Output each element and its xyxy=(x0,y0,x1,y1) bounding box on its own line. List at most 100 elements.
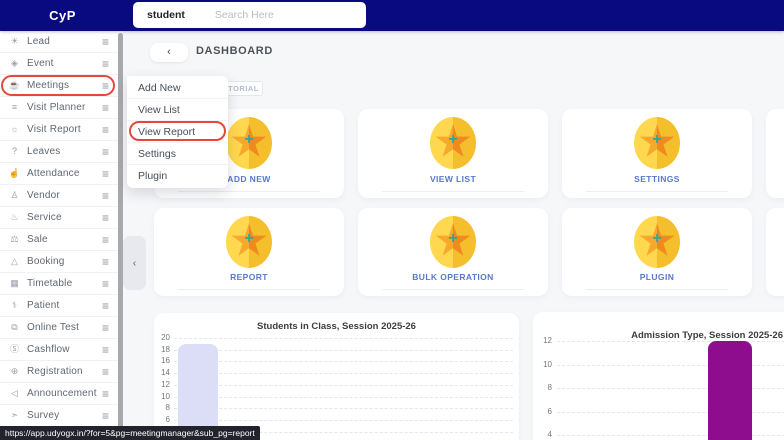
sidebar-item-timetable[interactable]: ▦ Timetable ≡ xyxy=(0,273,118,295)
sidebar-item-vendor[interactable]: ♙ Vendor ≡ xyxy=(0,185,118,207)
hamburger-icon[interactable]: ≡ xyxy=(102,58,109,70)
search-bar: student xyxy=(133,2,366,28)
star-icon xyxy=(226,117,272,169)
sidebar-item-sale[interactable]: ⚖ Sale ≡ xyxy=(0,229,118,251)
search-category-selector[interactable]: student xyxy=(147,9,185,21)
y-tick-label: 4 xyxy=(547,430,552,439)
chart-title: Students in Class, Session 2025-26 xyxy=(257,321,416,332)
star-icon xyxy=(226,216,272,268)
back-button[interactable]: ‹ xyxy=(150,43,188,62)
send-icon: ➣ xyxy=(10,410,19,420)
help-icon: ? xyxy=(11,146,17,156)
gridline xyxy=(174,396,513,398)
sidebar-collapse-handle[interactable]: ‹ xyxy=(123,236,146,290)
ribbon-icon: ◈ xyxy=(11,58,18,68)
card-divider xyxy=(178,191,320,192)
sidebar-item-visit-planner[interactable]: ≡ Visit Planner ≡ xyxy=(0,97,118,119)
sidebar-item-announcement[interactable]: ◁ Announcement ≡ xyxy=(0,383,118,405)
y-tick-label: 6 xyxy=(165,414,170,424)
hamburger-icon[interactable]: ≡ xyxy=(102,124,109,136)
sun-icon: ☀ xyxy=(10,36,19,46)
hamburger-icon[interactable]: ≡ xyxy=(102,322,109,334)
sidebar-item-event[interactable]: ◈ Event ≡ xyxy=(0,53,118,75)
hamburger-icon[interactable]: ≡ xyxy=(102,168,109,180)
dashboard-card-report[interactable]: REPORT xyxy=(154,208,344,296)
dashboard-card-plugin[interactable]: PLUGIN xyxy=(562,208,752,296)
chevron-left-icon: ‹ xyxy=(132,257,137,269)
sidebar-item-online-test[interactable]: ⧉ Online Test ≡ xyxy=(0,317,118,339)
y-tick-label: 14 xyxy=(161,368,170,378)
hamburger-icon[interactable]: ≡ xyxy=(102,300,109,312)
sidebar-item-meetings[interactable]: ☕ Meetings ≡ xyxy=(0,75,118,97)
gridline xyxy=(174,419,513,421)
chart-bar xyxy=(708,341,752,440)
sidebar-item-label: Vendor xyxy=(27,190,60,201)
dashboard-card-partial[interactable] xyxy=(766,109,784,198)
y-tick-label: 12 xyxy=(161,379,170,389)
person-icon: ♙ xyxy=(10,190,19,200)
sidebar-item-service[interactable]: ♨ Service ≡ xyxy=(0,207,118,229)
star-shape xyxy=(639,124,675,157)
hamburger-icon[interactable]: ≡ xyxy=(102,212,109,224)
sidebar: ☀ Lead ≡ ◈ Event ≡ ☕ Meetings ≡ ≡ Visit Planner ≡ ☼ V… xyxy=(0,31,123,440)
sidebar-item-registration[interactable]: ⊕ Registration ≡ xyxy=(0,361,118,383)
sidebar-item-label: Timetable xyxy=(27,278,73,289)
chevron-left-icon: ‹ xyxy=(167,46,171,58)
hamburger-icon[interactable]: ≡ xyxy=(102,234,109,246)
sidebar-item-label: Event xyxy=(27,58,54,69)
sidebar-item-booking[interactable]: △ Booking ≡ xyxy=(0,251,118,273)
dashboard-card-view-list[interactable]: VIEW LIST xyxy=(358,109,548,198)
gridline xyxy=(174,349,513,351)
menu-item-add-new[interactable]: Add New xyxy=(127,77,228,99)
y-tick-label: 20 xyxy=(161,333,170,342)
target-icon: ⊕ xyxy=(10,366,19,376)
card-label: SETTINGS xyxy=(634,174,680,184)
sidebar-item-label: Online Test xyxy=(27,322,80,333)
sidebar-scrollbar[interactable] xyxy=(118,33,123,440)
hamburger-icon[interactable]: ≡ xyxy=(102,344,109,356)
sidebar-item-lead[interactable]: ☀ Lead ≡ xyxy=(0,31,118,53)
hamburger-icon[interactable]: ≡ xyxy=(102,80,109,92)
star-icon xyxy=(430,117,476,169)
card-label: REPORT xyxy=(230,272,268,282)
calendar-icon: ▦ xyxy=(10,278,19,288)
menu-item-view-list[interactable]: View List xyxy=(127,99,228,121)
card-label: VIEW LIST xyxy=(429,174,477,184)
sidebar-menu: ☀ Lead ≡ ◈ Event ≡ ☕ Meetings ≡ ≡ Visit Planner ≡ ☼ V… xyxy=(0,31,123,427)
dashboard-card-bulk-operation[interactable]: BULK OPERATION xyxy=(358,208,548,296)
hamburger-icon[interactable]: ≡ xyxy=(102,102,109,114)
sidebar-item-label: Cashflow xyxy=(27,344,70,355)
hamburger-icon[interactable]: ≡ xyxy=(102,36,109,48)
chart-admission-type: Admission Type, Session 2025-26 12 10 8 6 4 xyxy=(533,312,784,440)
cash-badge-icon: Ⓢ xyxy=(9,344,19,354)
app-window: CyP student ☀ Lead ≡ ◈ Event ≡ ☕ Meetings ≡ ≡ Visi… xyxy=(0,0,784,440)
sidebar-item-label: Meetings xyxy=(27,80,70,91)
sidebar-item-survey[interactable]: ➣ Survey ≡ xyxy=(0,405,118,427)
hamburger-icon[interactable]: ≡ xyxy=(102,278,109,290)
hamburger-icon[interactable]: ≡ xyxy=(102,256,109,268)
sidebar-item-patient[interactable]: ⚕ Patient ≡ xyxy=(0,295,118,317)
sidebar-item-visit-report[interactable]: ☼ Visit Report ≡ xyxy=(0,119,118,141)
dashboard-card-partial[interactable] xyxy=(766,208,784,296)
sidebar-item-attendance[interactable]: ☝ Attendance ≡ xyxy=(0,163,118,185)
hamburger-icon[interactable]: ≡ xyxy=(102,410,109,422)
menu-item-settings[interactable]: Settings xyxy=(127,143,228,165)
search-input[interactable] xyxy=(212,8,366,22)
card-divider xyxy=(382,191,524,192)
star-icon xyxy=(430,216,476,268)
gridline xyxy=(174,338,513,339)
sidebar-item-cashflow[interactable]: Ⓢ Cashflow ≡ xyxy=(0,339,118,361)
gridline xyxy=(174,361,513,363)
menu-item-plugin[interactable]: Plugin xyxy=(127,165,228,187)
page-title: DASHBOARD xyxy=(196,45,273,57)
hamburger-icon[interactable]: ≡ xyxy=(102,146,109,158)
hamburger-icon[interactable]: ≡ xyxy=(102,366,109,378)
dashboard-card-settings[interactable]: SETTINGS xyxy=(562,109,752,198)
megaphone-icon: ◁ xyxy=(11,388,18,398)
chart-title: Admission Type, Session 2025-26 xyxy=(631,330,783,341)
menu-item-view-report[interactable]: View Report xyxy=(127,121,228,143)
sidebar-item-leaves[interactable]: ? Leaves ≡ xyxy=(0,141,118,163)
sidebar-item-label: Service xyxy=(27,212,62,223)
hamburger-icon[interactable]: ≡ xyxy=(102,190,109,202)
hamburger-icon[interactable]: ≡ xyxy=(102,388,109,400)
